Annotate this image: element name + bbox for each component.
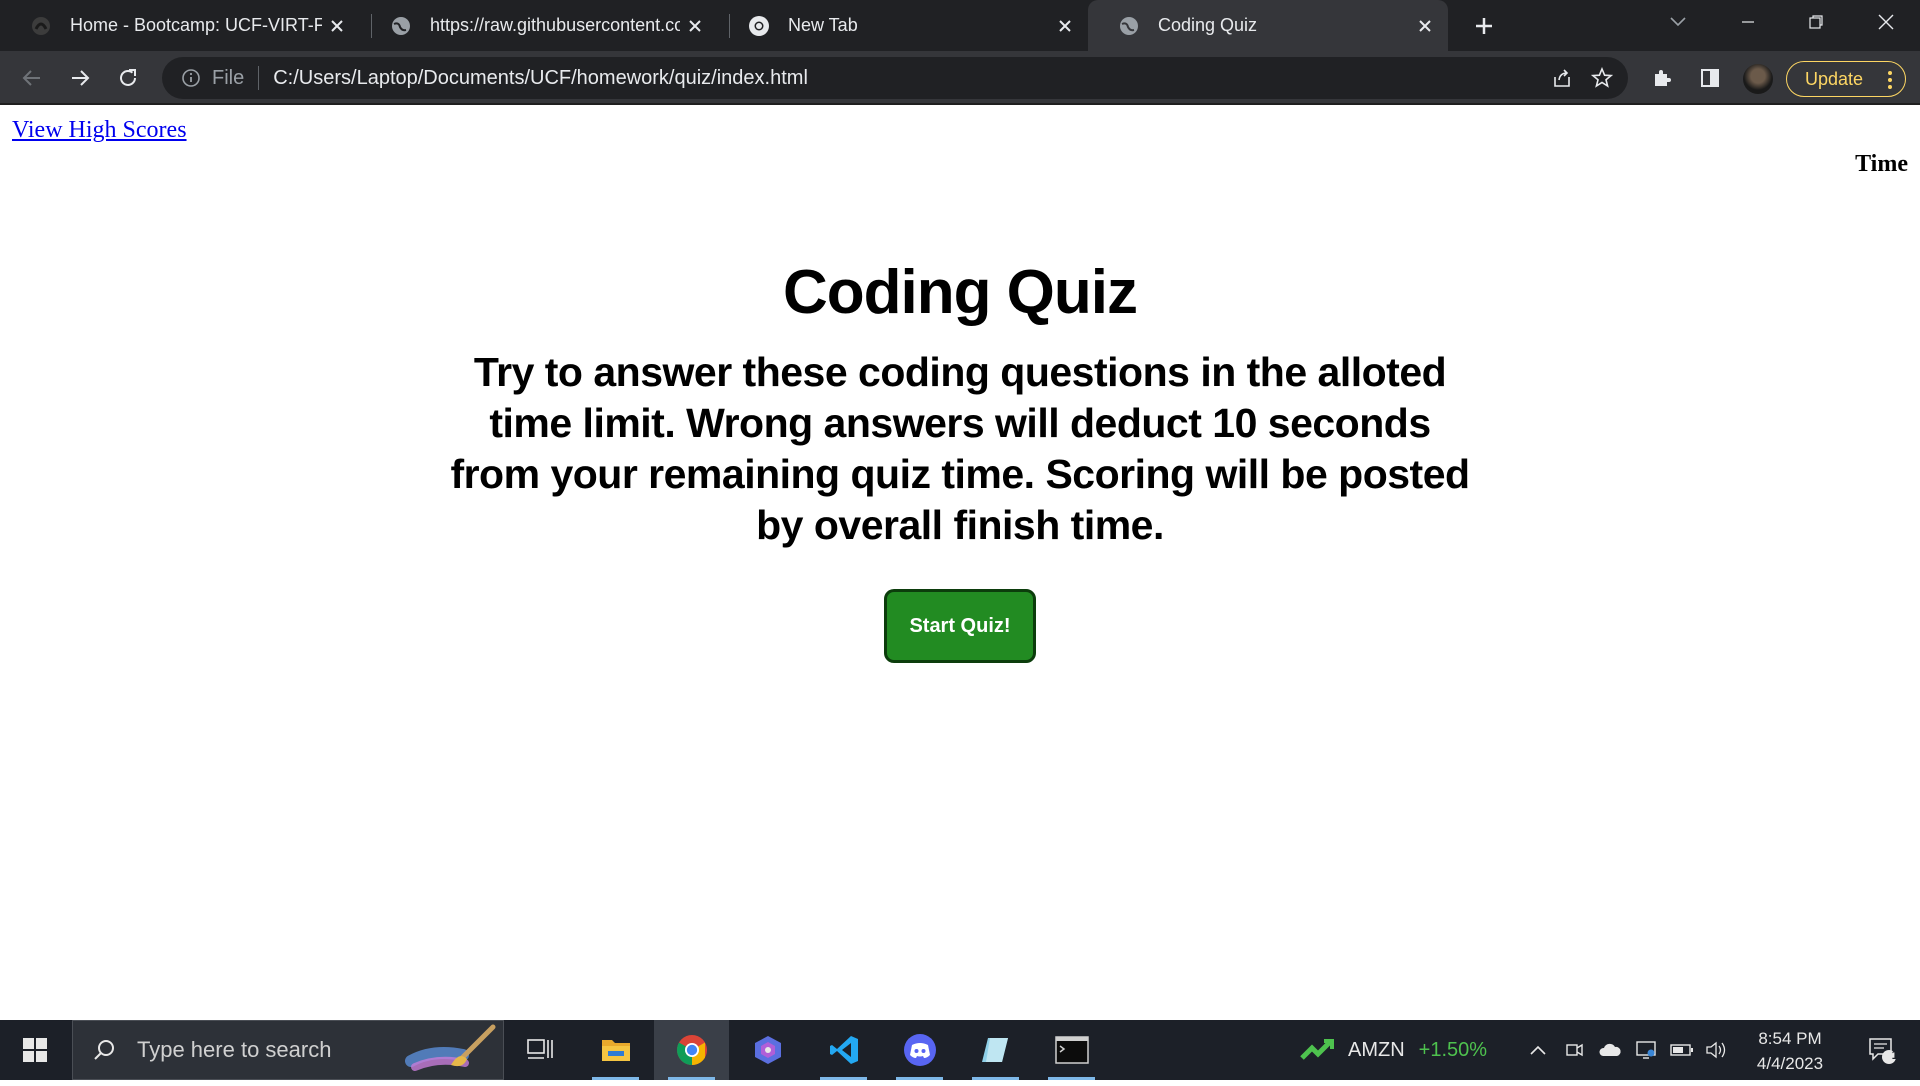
- back-button[interactable]: [14, 60, 50, 96]
- terminal-icon: [1054, 1036, 1089, 1064]
- quiz-instructions: Try to answer these coding questions in …: [450, 349, 1470, 548]
- vscode-icon: [829, 1036, 858, 1064]
- minimize-icon: [1742, 21, 1754, 23]
- chrome-taskbar-button[interactable]: [654, 1020, 729, 1080]
- kebab-menu-icon[interactable]: [1887, 70, 1893, 95]
- windows-taskbar: Type here to search AMZN +1.50% 8:54 PM …: [0, 1020, 1920, 1080]
- close-tab-icon[interactable]: [1410, 11, 1440, 41]
- update-label: Update: [1805, 68, 1864, 89]
- chrome-icon: [676, 1035, 707, 1065]
- address-bar[interactable]: File C:/Users/Laptop/Documents/UCF/homew…: [162, 57, 1628, 99]
- scheme-label: File: [212, 66, 245, 89]
- copilot-button[interactable]: [730, 1020, 805, 1080]
- meet-now-icon[interactable]: [1558, 1020, 1590, 1080]
- close-icon: [1878, 14, 1894, 30]
- bookmark-button[interactable]: [1582, 58, 1622, 98]
- notification-center-button[interactable]: 1: [1852, 1020, 1912, 1080]
- tab-new-tab[interactable]: New Tab: [718, 0, 1088, 51]
- stock-widget[interactable]: AMZN +1.50%: [1300, 1020, 1487, 1080]
- close-window-button[interactable]: [1856, 0, 1916, 44]
- notepad-button[interactable]: [958, 1020, 1033, 1080]
- chevron-up-icon: [1530, 1045, 1546, 1055]
- file-explorer-icon: [601, 1040, 630, 1061]
- restore-button[interactable]: [1786, 0, 1846, 44]
- file-explorer-button[interactable]: [578, 1020, 653, 1080]
- tab-bootcamp[interactable]: Home - Bootcamp: UCF-VIRT-FSF: [0, 0, 360, 51]
- new-tab-button[interactable]: [1466, 8, 1502, 44]
- close-tab-icon[interactable]: [322, 11, 352, 41]
- reload-button[interactable]: [110, 60, 146, 96]
- arrow-left-icon: [22, 70, 40, 86]
- plus-icon: [1476, 18, 1492, 34]
- battery-icon[interactable]: [1666, 1020, 1698, 1080]
- notepad-icon: [981, 1038, 1008, 1062]
- restore-icon: [1809, 15, 1823, 29]
- tab-githubusercontent[interactable]: https://raw.githubusercontent.co: [360, 0, 718, 51]
- clock-time: 8:54 PM: [1758, 1029, 1822, 1048]
- share-icon: [1554, 69, 1570, 87]
- reload-icon: [120, 69, 136, 86]
- bootcamp-icon: [30, 15, 52, 37]
- url-text[interactable]: C:/Users/Laptop/Documents/UCF/homework/q…: [273, 67, 1542, 90]
- tab-title: New Tab: [788, 15, 858, 35]
- start-quiz-button[interactable]: Start Quiz!: [884, 589, 1036, 663]
- onedrive-icon[interactable]: [1594, 1020, 1626, 1080]
- volume-icon[interactable]: [1700, 1020, 1732, 1080]
- task-view-icon: [526, 1039, 553, 1059]
- notification-count: 1: [1891, 1048, 1899, 1062]
- close-tab-icon[interactable]: [680, 11, 710, 41]
- show-hidden-icons-button[interactable]: [1522, 1020, 1554, 1080]
- update-button[interactable]: Update: [1786, 61, 1906, 97]
- minimize-button[interactable]: [1718, 0, 1778, 44]
- stock-change: +1.50%: [1418, 1038, 1488, 1061]
- arrow-right-icon: [72, 70, 90, 86]
- share-button[interactable]: [1542, 58, 1582, 98]
- profile-avatar[interactable]: [1743, 64, 1773, 94]
- tab-title: https://raw.githubusercontent.co: [430, 15, 680, 35]
- info-icon[interactable]: [180, 67, 202, 89]
- page-viewport: View High Scores Time Coding Quiz Try to…: [0, 107, 1920, 1020]
- terminal-button[interactable]: [1034, 1020, 1109, 1080]
- start-button[interactable]: [0, 1020, 70, 1080]
- tab-title: Coding Quiz: [1158, 15, 1258, 35]
- page-title: Coding Quiz: [782, 258, 1138, 327]
- vscode-button[interactable]: [806, 1020, 881, 1080]
- forward-button[interactable]: [62, 60, 98, 96]
- extensions-button[interactable]: [1644, 60, 1680, 96]
- side-panel-button[interactable]: [1692, 60, 1728, 96]
- globe-icon: [390, 15, 412, 37]
- search-highlight-brush-icon: [393, 1021, 503, 1086]
- view-high-scores-link[interactable]: View High Scores: [12, 117, 187, 144]
- browser-tabstrip: Home - Bootcamp: UCF-VIRT-FSF https://ra…: [0, 0, 1920, 51]
- close-tab-icon[interactable]: [1050, 11, 1080, 41]
- windows-logo-icon: [23, 1038, 47, 1062]
- discord-icon: [903, 1034, 936, 1066]
- stock-ticker: AMZN: [1348, 1038, 1405, 1061]
- search-icon: [89, 1035, 119, 1065]
- star-icon: [1591, 67, 1613, 88]
- tab-search-button[interactable]: [1648, 0, 1708, 44]
- copilot-icon: [754, 1036, 781, 1064]
- tab-title: Home - Bootcamp: UCF-VIRT-FSF: [70, 15, 322, 35]
- chevron-down-icon: [1670, 17, 1686, 27]
- side-panel-icon: [1701, 69, 1719, 87]
- taskbar-search-box[interactable]: Type here to search: [72, 1020, 504, 1080]
- search-placeholder: Type here to search: [137, 1037, 332, 1062]
- chrome-icon: [748, 15, 770, 37]
- browser-toolbar: File C:/Users/Laptop/Documents/UCF/homew…: [0, 51, 1920, 105]
- task-view-button[interactable]: [502, 1020, 577, 1080]
- stock-trend-icon: [1300, 1039, 1334, 1060]
- system-clock[interactable]: 8:54 PM 4/4/2023: [1740, 1026, 1840, 1076]
- discord-button[interactable]: [882, 1020, 957, 1080]
- tab-coding-quiz[interactable]: Coding Quiz: [1088, 0, 1448, 51]
- omnibox-separator: [258, 66, 260, 90]
- network-icon[interactable]: [1630, 1020, 1662, 1080]
- timer-label: Time: [1855, 151, 1908, 177]
- clock-date: 4/4/2023: [1756, 1054, 1824, 1073]
- globe-icon: [1118, 15, 1140, 37]
- puzzle-icon: [1655, 70, 1671, 86]
